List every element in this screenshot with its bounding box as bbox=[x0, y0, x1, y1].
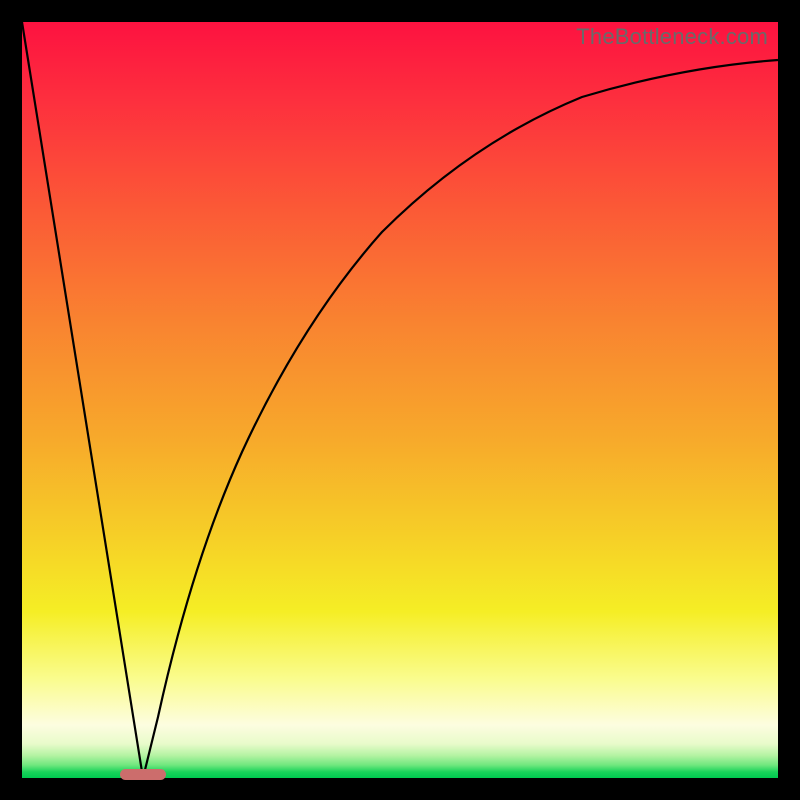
curve-right-branch bbox=[143, 60, 778, 778]
optimal-marker-pill bbox=[120, 769, 166, 780]
plot-area: TheBottleneck.com bbox=[22, 22, 778, 778]
curve-left-branch bbox=[22, 22, 143, 778]
chart-frame: TheBottleneck.com bbox=[0, 0, 800, 800]
bottleneck-curve bbox=[22, 22, 778, 778]
